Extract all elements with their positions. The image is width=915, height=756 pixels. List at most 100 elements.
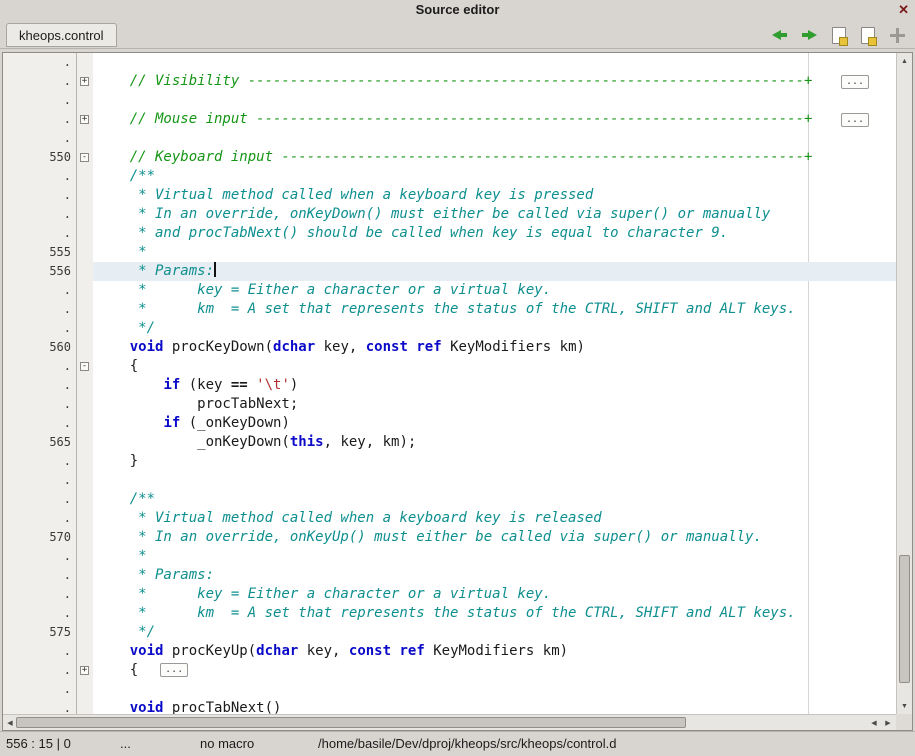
code-line[interactable]: // Mouse input -------------------------… — [93, 110, 896, 129]
editor-row[interactable]: 565 _onKeyDown(this, key, km); — [3, 433, 896, 452]
vertical-scrollbar[interactable]: ▲ ▼ — [896, 53, 912, 714]
scroll-up-icon[interactable]: ▲ — [897, 54, 912, 68]
code-line[interactable]: _onKeyDown(this, key, km); — [93, 433, 896, 452]
editor-row[interactable]: 550- // Keyboard input -----------------… — [3, 148, 896, 167]
code-line[interactable]: */ — [93, 319, 896, 338]
close-icon[interactable]: ✕ — [898, 0, 909, 20]
nav-back-icon[interactable] — [772, 30, 787, 40]
code-line[interactable]: // Visibility --------------------------… — [93, 72, 896, 91]
editor-row[interactable]: . * In an override, onKeyDown() must eit… — [3, 205, 896, 224]
editor-row[interactable]: . — [3, 91, 896, 110]
code-line[interactable]: * and procTabNext() should be called whe… — [93, 224, 896, 243]
code-line[interactable] — [93, 680, 896, 699]
code-line[interactable]: /** — [93, 167, 896, 186]
document-modified-icon[interactable] — [861, 27, 875, 44]
code-line[interactable] — [93, 129, 896, 148]
code-line[interactable]: procTabNext; — [93, 395, 896, 414]
document-new-icon[interactable] — [832, 27, 846, 44]
fold-expand-icon[interactable]: + — [80, 666, 89, 675]
fold-collapse-icon[interactable]: - — [80, 362, 89, 371]
folded-code-ellipsis[interactable]: ... — [841, 113, 869, 127]
scroll-right-icon[interactable]: ▶ — [881, 715, 895, 730]
editor-row[interactable]: . — [3, 53, 896, 72]
code-line[interactable]: * — [93, 243, 896, 262]
fold-expand-icon[interactable]: + — [80, 77, 89, 86]
editor-row[interactable]: . — [3, 471, 896, 490]
editor-row[interactable]: . * and procTabNext() should be called w… — [3, 224, 896, 243]
scroll-down-icon[interactable]: ▼ — [897, 699, 912, 713]
code-line[interactable]: * Params: — [93, 566, 896, 585]
code-token: dchar — [256, 643, 298, 659]
nav-forward-icon[interactable] — [802, 30, 817, 40]
editor-row[interactable]: . — [3, 680, 896, 699]
code-line[interactable]: } — [93, 452, 896, 471]
editor-row[interactable]: 555 * — [3, 243, 896, 262]
code-line[interactable] — [93, 91, 896, 110]
editor-row[interactable]: . if (key == '\t') — [3, 376, 896, 395]
editor-row[interactable]: . procTabNext; — [3, 395, 896, 414]
code-line[interactable]: { — [93, 357, 896, 376]
scroll-left-secondary-icon[interactable]: ◀ — [867, 715, 881, 730]
horizontal-scrollbar[interactable]: ◀ ◀ ▶ — [3, 714, 896, 730]
code-line[interactable]: * km = A set that represents the status … — [93, 300, 896, 319]
code-line[interactable]: */ — [93, 623, 896, 642]
code-line[interactable]: * key = Either a character or a virtual … — [93, 281, 896, 300]
editor-row[interactable]: 570 * In an override, onKeyUp() must eit… — [3, 528, 896, 547]
editor-row[interactable]: .+ {... — [3, 661, 896, 680]
editor-row[interactable]: . * km = A set that represents the statu… — [3, 300, 896, 319]
editor-row[interactable]: 560 void procKeyDown(dchar key, const re… — [3, 338, 896, 357]
horizontal-scrollbar-thumb[interactable] — [16, 717, 686, 728]
tab-kheops-control[interactable]: kheops.control — [6, 23, 117, 47]
code-line[interactable]: * In an override, onKeyDown() must eithe… — [93, 205, 896, 224]
fold-collapse-icon[interactable]: - — [80, 153, 89, 162]
editor-row[interactable]: . if (_onKeyDown) — [3, 414, 896, 433]
vertical-scrollbar-thumb[interactable] — [899, 555, 910, 683]
editor-row[interactable]: . * — [3, 547, 896, 566]
editor-row[interactable]: . * Params: — [3, 566, 896, 585]
editor-row[interactable]: . * Virtual method called when a keyboar… — [3, 509, 896, 528]
editor-row[interactable]: . /** — [3, 167, 896, 186]
code-line[interactable] — [93, 471, 896, 490]
fold-column — [77, 528, 93, 547]
code-line[interactable]: // Keyboard input ----------------------… — [93, 148, 896, 167]
editor-row[interactable]: .+ // Mouse input ----------------------… — [3, 110, 896, 129]
code-line[interactable]: * — [93, 547, 896, 566]
editor-row[interactable]: . void procKeyUp(dchar key, const ref Ke… — [3, 642, 896, 661]
editor-content[interactable]: ..+ // Visibility ----------------------… — [3, 53, 896, 714]
code-line[interactable]: if (_onKeyDown) — [93, 414, 896, 433]
editor-row[interactable]: . /** — [3, 490, 896, 509]
folded-code-ellipsis[interactable]: ... — [160, 663, 188, 677]
editor-row[interactable]: 575 */ — [3, 623, 896, 642]
code-line[interactable]: {... — [93, 661, 896, 680]
line-number: . — [3, 319, 77, 338]
fold-expand-icon[interactable]: + — [80, 115, 89, 124]
editor-row[interactable]: . } — [3, 452, 896, 471]
editor-row[interactable]: 556 * Params: — [3, 262, 896, 281]
editor-row[interactable]: . * key = Either a character or a virtua… — [3, 585, 896, 604]
detach-editor-icon[interactable] — [890, 28, 905, 43]
editor-row[interactable]: .- { — [3, 357, 896, 376]
editor-row[interactable]: .+ // Visibility -----------------------… — [3, 72, 896, 91]
code-line[interactable] — [93, 53, 896, 72]
fold-column — [77, 604, 93, 623]
code-line[interactable]: void procKeyDown(dchar key, const ref Ke… — [93, 338, 896, 357]
editor-row[interactable]: . * km = A set that represents the statu… — [3, 604, 896, 623]
code-line[interactable]: * Virtual method called when a keyboard … — [93, 186, 896, 205]
code-line[interactable]: /** — [93, 490, 896, 509]
code-token: ) — [290, 377, 298, 393]
code-line[interactable]: * In an override, onKeyUp() must either … — [93, 528, 896, 547]
editor-row[interactable]: . void procTabNext() — [3, 699, 896, 714]
folded-code-ellipsis[interactable]: ... — [841, 75, 869, 89]
code-line[interactable]: void procKeyUp(dchar key, const ref KeyM… — [93, 642, 896, 661]
code-line[interactable]: * Virtual method called when a keyboard … — [93, 509, 896, 528]
code-line[interactable]: * Params: — [93, 262, 896, 281]
code-line[interactable]: * key = Either a character or a virtual … — [93, 585, 896, 604]
scroll-left-icon[interactable]: ◀ — [3, 715, 17, 730]
code-line[interactable]: void procTabNext() — [93, 699, 896, 714]
editor-row[interactable]: . */ — [3, 319, 896, 338]
editor-row[interactable]: . * Virtual method called when a keyboar… — [3, 186, 896, 205]
editor-row[interactable]: . * key = Either a character or a virtua… — [3, 281, 896, 300]
code-line[interactable]: * km = A set that represents the status … — [93, 604, 896, 623]
code-line[interactable]: if (key == '\t') — [93, 376, 896, 395]
editor-row[interactable]: . — [3, 129, 896, 148]
